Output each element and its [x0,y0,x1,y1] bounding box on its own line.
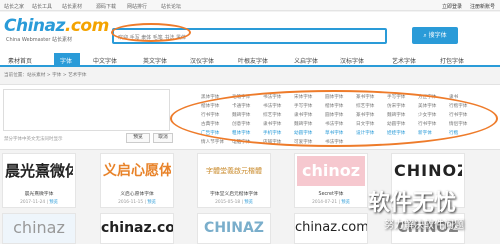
preview-note: 禁分字体中英文无法同时显示 [4,137,63,142]
top-nav-item[interactable]: 站长论坛 [161,3,181,10]
font-card-meta: 2017-11-24 | 预览 [20,200,58,205]
cancel-button[interactable]: 取消 [153,133,173,143]
nav-item-art[interactable]: 艺术字体 [392,56,416,65]
search-button[interactable]: ⌕ 搜字体 [412,27,458,44]
nav-item-hanbiao[interactable]: 汉标字体 [340,56,364,65]
font-card-title[interactable]: 义启心愿体字体 [101,190,173,197]
top-nav-item[interactable]: 站长之家 [4,3,24,10]
font-card[interactable]: 义启心愿体 义启心愿体字体 2016-11-15 | 预览 [100,153,174,208]
font-thumbnail[interactable]: 晨光熹微体 [5,156,73,186]
logo-subtitle: China Webmaster 站长素材 [6,37,72,43]
font-card[interactable]: 晨光熹微体 晨光熹微字体 2017-11-24 | 预览 [2,153,76,208]
highlight-oval [111,23,191,42]
site-logo[interactable]: Chinaz.com [4,16,109,36]
font-card-title[interactable]: 字体堂义启元楷体字体 [198,190,270,197]
font-thumbnail[interactable]: CHINOZ [394,156,462,186]
nav-item-pack[interactable]: 打包字体 [440,56,464,65]
nav-item-yiqi[interactable]: 义启字体 [294,56,318,65]
nav-item-chinese[interactable]: 中文字体 [93,56,117,65]
login-link[interactable]: 立即登录 [442,3,462,10]
breadcrumb: 当前位置：站长素材 > 字体 > 艺术字体 [4,73,87,78]
font-card-meta: 2016-11-15 | 预览 [118,200,156,205]
nav-item-hanyi[interactable]: 汉仪字体 [190,56,214,65]
top-nav-item[interactable]: 站长工具 [32,3,52,10]
font-card-title[interactable]: 晨光熹微字体 [3,190,75,197]
font-card-meta: 2014-07-21 | 预览 [312,200,350,205]
top-nav-item[interactable]: 站长素材 [62,3,82,10]
font-thumbnail[interactable]: 义启心愿体 [103,156,171,186]
highlight-oval [170,90,498,147]
font-thumbnail[interactable]: 字體堂義啟元楷體 [200,156,268,186]
watermark-subtitle: 努力解决软件问题 [384,220,464,231]
font-type-link[interactable]: 情人节字体 [201,139,224,145]
font-card[interactable]: chinaz.com [100,213,174,244]
font-card-meta: 2015-05-18 | 预览 [215,200,253,205]
font-card-title[interactable]: Secret字体 [295,190,367,197]
watermark-title: 软件无忧 [368,191,457,216]
font-card[interactable]: chinaz.com [294,213,368,244]
nav-item-home[interactable]: 素材首页 [8,56,32,65]
top-nav-item[interactable]: 源码下载 [96,3,116,10]
font-card[interactable]: chinaz [2,213,76,244]
preview-text-input[interactable] [3,89,170,131]
nav-item-yegenyou[interactable]: 叶根友字体 [238,56,268,65]
font-card[interactable]: CHINAZ [197,213,271,244]
register-link[interactable]: 注册新账号 [470,3,495,10]
font-thumbnail[interactable]: chinoz [297,156,365,186]
top-nav-item[interactable]: 网站排行 [127,3,147,10]
nav-item-fonts[interactable]: 字体 [60,56,72,65]
preview-button[interactable]: 预览 [126,133,150,143]
nav-item-english[interactable]: 英文字体 [143,56,167,65]
font-card[interactable]: 字體堂義啟元楷體 字体堂义启元楷体字体 2015-05-18 | 预览 [197,153,271,208]
font-card[interactable]: chinoz Secret字体 2014-07-21 | 预览 [294,153,368,208]
